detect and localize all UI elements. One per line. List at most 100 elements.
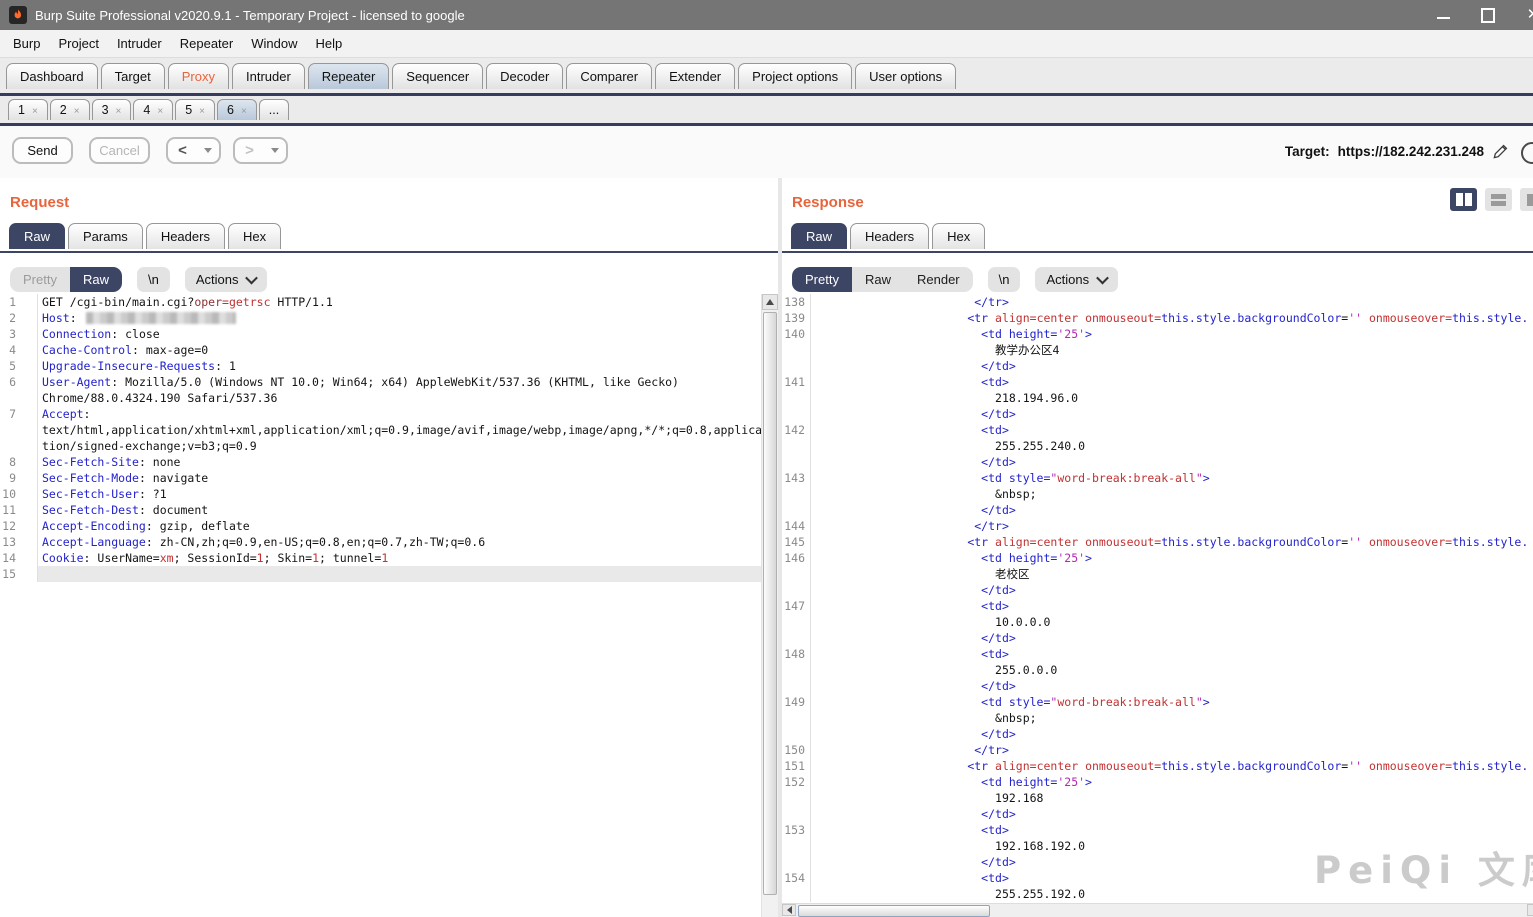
menu-item-window[interactable]: Window <box>242 32 306 55</box>
response-tab-hex[interactable]: Hex <box>932 223 985 249</box>
request-view-raw[interactable]: Raw <box>70 267 122 292</box>
menu-item-burp[interactable]: Burp <box>4 32 49 55</box>
edit-target-pencil-icon[interactable] <box>1492 143 1509 160</box>
request-tab-raw[interactable]: Raw <box>9 223 65 249</box>
line-number: 7 <box>0 406 38 422</box>
editor-line[interactable]: 3Connection: close <box>0 326 762 342</box>
line-number: 145 <box>782 534 811 550</box>
menu-item-repeater[interactable]: Repeater <box>171 32 242 55</box>
menu-bar: BurpProjectIntruderRepeaterWindowHelp <box>0 30 1533 58</box>
main-tab-comparer[interactable]: Comparer <box>566 63 652 89</box>
line-content: Sec-Fetch-Dest: document <box>38 502 762 518</box>
close-tab-icon[interactable]: × <box>157 106 163 117</box>
editor-line[interactable]: 6User-Agent: Mozilla/5.0 (Windows NT 10.… <box>0 374 762 390</box>
response-view-raw[interactable]: Raw <box>852 267 904 292</box>
forward-button[interactable]: > <box>233 137 288 164</box>
scrollbar-thumb[interactable] <box>763 312 777 895</box>
layout-columns-button[interactable] <box>1450 188 1477 211</box>
close-button[interactable]: ✕ <box>1526 8 1533 22</box>
line-number <box>782 486 811 502</box>
main-tab-user-options[interactable]: User options <box>855 63 956 89</box>
main-tab-extender[interactable]: Extender <box>655 63 735 89</box>
editor-line[interactable]: 14Cookie: UserName=xm; SessionId=1; Skin… <box>0 550 762 566</box>
editor-line[interactable]: 1GET /cgi-bin/main.cgi?oper=getrsc HTTP/… <box>0 294 762 310</box>
main-tab-target[interactable]: Target <box>101 63 165 89</box>
main-tab-intruder[interactable]: Intruder <box>232 63 305 89</box>
scroll-up-button[interactable] <box>762 294 778 310</box>
close-tab-icon[interactable]: × <box>74 106 80 117</box>
scrollbar-thumb[interactable] <box>798 905 990 917</box>
repeater-tab-1[interactable]: 1× <box>8 99 48 120</box>
main-tab-sequencer[interactable]: Sequencer <box>392 63 483 89</box>
main-tab-proxy[interactable]: Proxy <box>168 63 229 89</box>
repeater-tab-3[interactable]: 3× <box>92 99 132 120</box>
request-tab-hex[interactable]: Hex <box>228 223 281 249</box>
response-editor[interactable]: 138 </tr>139 <tr align=center onmouseout… <box>782 294 1533 904</box>
request-editor[interactable]: 1GET /cgi-bin/main.cgi?oper=getrsc HTTP/… <box>0 294 762 917</box>
response-tab-raw[interactable]: Raw <box>791 223 847 249</box>
request-view-pretty[interactable]: Pretty <box>10 267 70 292</box>
close-tab-icon[interactable]: × <box>241 106 247 117</box>
close-tab-icon[interactable]: × <box>116 106 122 117</box>
response-view-controls: PrettyRawRender \n Actions <box>792 266 1118 293</box>
repeater-tab-2[interactable]: 2× <box>50 99 90 120</box>
response-horizontal-scrollbar[interactable] <box>782 903 1533 917</box>
response-view-pretty[interactable]: Pretty <box>792 267 852 292</box>
editor-line[interactable]: 12Accept-Encoding: gzip, deflate <box>0 518 762 534</box>
request-actions-button[interactable]: Actions <box>185 267 268 292</box>
layout-single-button[interactable] <box>1520 188 1533 211</box>
main-tab-dashboard[interactable]: Dashboard <box>6 63 98 89</box>
dropdown-arrow-icon[interactable] <box>271 148 279 153</box>
repeater-tab-4[interactable]: 4× <box>133 99 173 120</box>
editor-line[interactable]: 4Cache-Control: max-age=0 <box>0 342 762 358</box>
editor-line[interactable]: 7Accept: <box>0 406 762 422</box>
menu-item-project[interactable]: Project <box>49 32 107 55</box>
layout-rows-button[interactable] <box>1485 188 1512 211</box>
close-tab-icon[interactable]: × <box>32 106 38 117</box>
request-tab-params[interactable]: Params <box>68 223 143 249</box>
main-tab-repeater[interactable]: Repeater <box>308 63 389 89</box>
request-panel: Request RawParamsHeadersHex PrettyRaw\nA… <box>0 178 778 917</box>
editor-line[interactable]: 13Accept-Language: zh-CN,zh;q=0.9,en-US;… <box>0 534 762 550</box>
repeater-tab-6[interactable]: 6× <box>217 99 257 120</box>
editor-line[interactable]: 8Sec-Fetch-Site: none <box>0 454 762 470</box>
repeater-tab-more[interactable]: ... <box>259 99 289 120</box>
minimize-button[interactable] <box>1436 8 1450 22</box>
repeater-tab-5[interactable]: 5× <box>175 99 215 120</box>
menu-item-intruder[interactable]: Intruder <box>108 32 171 55</box>
main-tab-decoder[interactable]: Decoder <box>486 63 563 89</box>
editor-line[interactable]: 5Upgrade-Insecure-Requests: 1 <box>0 358 762 374</box>
editor-line[interactable]: 15 <box>0 566 762 582</box>
response-tab-headers[interactable]: Headers <box>850 223 929 249</box>
close-tab-icon[interactable]: × <box>199 106 205 117</box>
cancel-button[interactable]: Cancel <box>89 137 150 164</box>
line-content: </td> <box>811 630 1533 646</box>
editor-line[interactable]: tion/signed-exchange;v=b3;q=0.9 <box>0 438 762 454</box>
editor-line: 143 <td style="word-break:break-all"> <box>782 470 1533 486</box>
request-vertical-scrollbar[interactable] <box>761 294 778 917</box>
send-button[interactable]: Send <box>12 137 73 164</box>
editor-line[interactable]: Chrome/88.0.4324.190 Safari/537.36 <box>0 390 762 406</box>
dropdown-arrow-icon[interactable] <box>204 148 212 153</box>
request-newline-toggle[interactable]: \n <box>137 267 170 292</box>
back-button[interactable]: < <box>166 137 221 164</box>
editor-line[interactable]: 2Host: <box>0 310 762 326</box>
main-tab-project-options[interactable]: Project options <box>738 63 852 89</box>
line-content: tion/signed-exchange;v=b3;q=0.9 <box>38 438 762 454</box>
scroll-left-button[interactable] <box>782 904 796 916</box>
editor-line[interactable]: 11Sec-Fetch-Dest: document <box>0 502 762 518</box>
window-title: Burp Suite Professional v2020.9.1 - Temp… <box>35 8 465 23</box>
response-actions-button[interactable]: Actions <box>1035 267 1118 292</box>
request-tab-headers[interactable]: Headers <box>146 223 225 249</box>
menu-item-help[interactable]: Help <box>306 32 351 55</box>
redacted-host-value <box>86 312 236 324</box>
response-newline-toggle[interactable]: \n <box>988 267 1021 292</box>
watermark: PeiQi 文库 <box>1314 840 1533 894</box>
editor-line[interactable]: 10Sec-Fetch-User: ?1 <box>0 486 762 502</box>
editor-line[interactable]: text/html,application/xhtml+xml,applicat… <box>0 422 762 438</box>
editor-line[interactable]: 9Sec-Fetch-Mode: navigate <box>0 470 762 486</box>
maximize-button[interactable] <box>1481 8 1495 22</box>
help-icon[interactable] <box>1521 142 1533 164</box>
response-view-render[interactable]: Render <box>904 267 973 292</box>
scroll-right-button[interactable] <box>1527 904 1533 916</box>
